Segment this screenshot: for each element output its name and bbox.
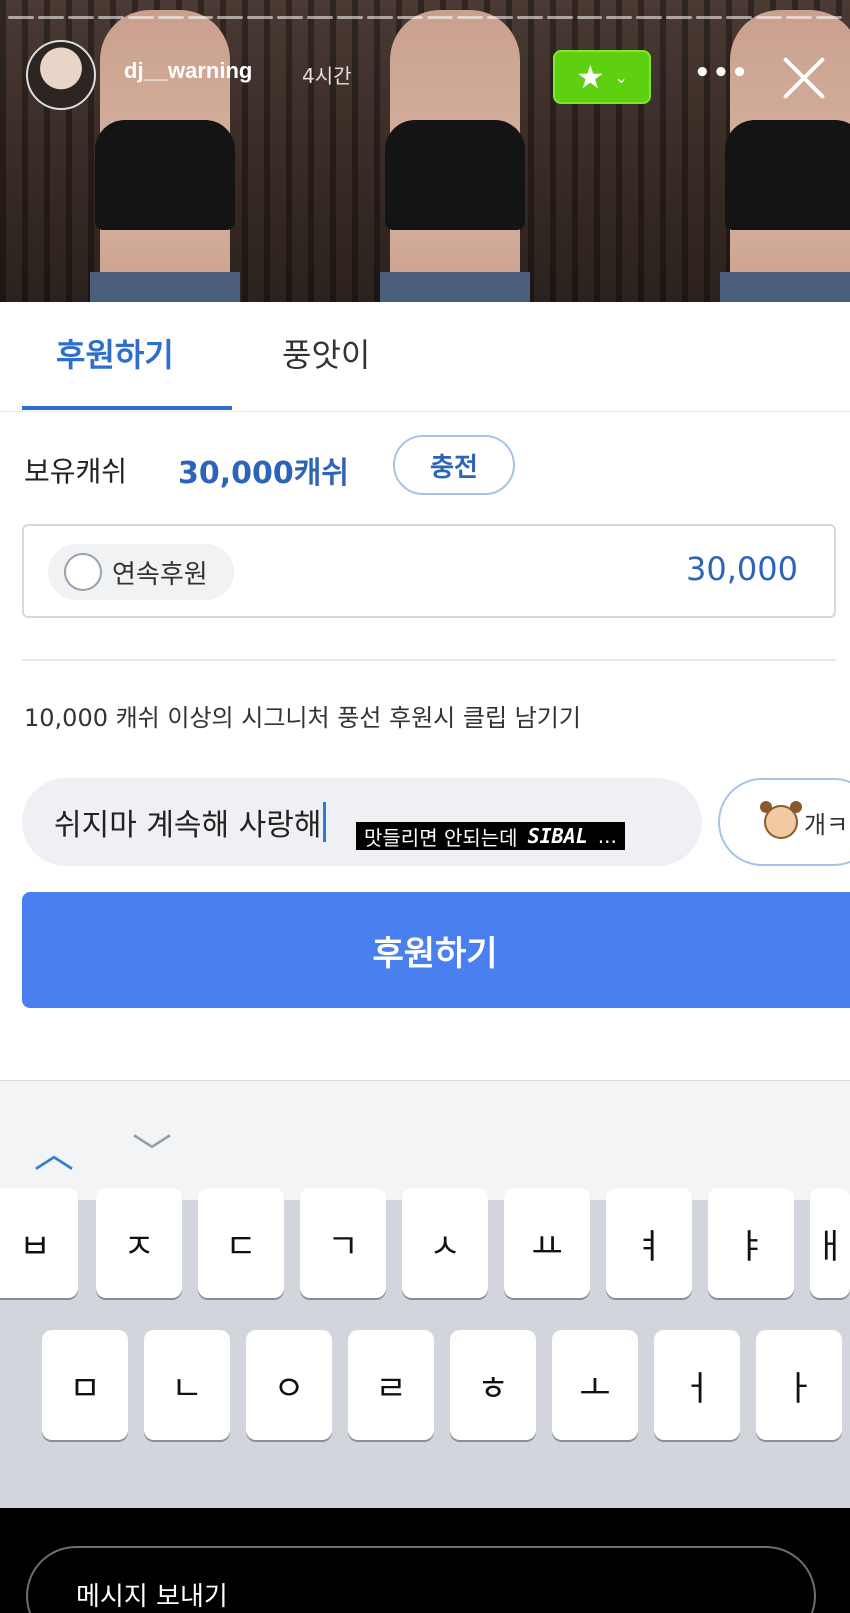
keyboard-toolbar: ︿ ﹀ xyxy=(0,1080,850,1200)
radio-icon xyxy=(64,553,102,591)
girl-face-icon xyxy=(760,801,802,839)
keyboard-key[interactable]: ㄱ xyxy=(300,1188,386,1298)
story-progress-bar xyxy=(8,16,842,19)
story-time: 4시간 xyxy=(302,64,352,88)
story-reply-bar: 메시지 보내기 xyxy=(0,1508,850,1613)
story-username[interactable]: dj__warning xyxy=(124,58,252,84)
avatar[interactable] xyxy=(26,40,96,110)
keyboard-key[interactable]: ㄴ xyxy=(144,1330,230,1440)
chevron-down-icon[interactable]: ﹀ xyxy=(132,1121,172,1179)
keyboard-key[interactable]: ㅈ xyxy=(96,1188,182,1298)
keyboard: ㅂ ㅈ ㄷ ㄱ ㅅ ㅛ ㅕ ㅑ ㅐ ㅁ ㄴ ㅇ ㄹ ㅎ ㅗ ㅓ ㅏ xyxy=(0,1188,850,1508)
keyboard-key[interactable]: ㅁ xyxy=(42,1330,128,1440)
caption-emphasis: SIBAL xyxy=(527,824,588,848)
keyboard-key[interactable]: ㅑ xyxy=(708,1188,794,1298)
keyboard-key[interactable]: ㅗ xyxy=(552,1330,638,1440)
donation-amount: 30,000 xyxy=(686,550,798,588)
text-cursor xyxy=(323,802,327,842)
emoticon-button[interactable]: 개ㅋ xyxy=(718,778,850,866)
tab-pumasi[interactable]: 풍앗이 xyxy=(282,330,370,376)
emoticon-label: 개ㅋ xyxy=(804,810,849,839)
keyboard-key[interactable]: ㅂ xyxy=(0,1188,78,1298)
story-video-background xyxy=(0,0,850,302)
amount-field[interactable]: 연속후원 30,000 xyxy=(22,524,836,618)
clip-notice: 10,000 캐쉬 이상의 시그니처 풍선 후원시 클립 남기기 xyxy=(24,704,581,732)
message-input-value: 쉬지마 계속해 사랑해 xyxy=(54,808,322,843)
star-icon: ★ xyxy=(575,58,605,96)
more-options-icon[interactable]: ••• xyxy=(694,58,750,88)
keyboard-key[interactable]: ㅓ xyxy=(654,1330,740,1440)
keyboard-key[interactable]: ㄷ xyxy=(198,1188,284,1298)
cash-label: 보유캐쉬 xyxy=(24,455,128,488)
story-image-figure xyxy=(350,10,560,302)
keyboard-key[interactable]: ㅕ xyxy=(606,1188,692,1298)
charge-button[interactable]: 충전 xyxy=(393,435,515,495)
continuous-donation-toggle[interactable]: 연속후원 xyxy=(48,544,234,600)
story-image-figure xyxy=(60,10,270,302)
chevron-up-icon[interactable]: ︿ xyxy=(34,1121,74,1179)
video-caption: 맛들리면 안되는데 SIBAL ... xyxy=(356,822,625,850)
cash-balance: 30,000캐쉬 xyxy=(178,456,349,491)
keyboard-key[interactable]: ㅅ xyxy=(402,1188,488,1298)
send-message-input[interactable]: 메시지 보내기 xyxy=(26,1546,816,1613)
tab-donate[interactable]: 후원하기 xyxy=(56,330,174,376)
keyboard-key[interactable]: ㅐ xyxy=(810,1188,850,1298)
caption-text: 맛들리면 안되는데 xyxy=(364,825,518,850)
close-icon[interactable] xyxy=(780,52,830,102)
chevron-down-icon: ⌄ xyxy=(614,67,629,87)
tab-bar: 후원하기 풍앗이 xyxy=(0,302,850,412)
keyboard-key[interactable]: ㅎ xyxy=(450,1330,536,1440)
donation-panel: 후원하기 풍앗이 보유캐쉬 30,000캐쉬 충전 연속후원 30,000 10… xyxy=(0,302,850,1080)
favorite-button[interactable]: ★ ⌄ xyxy=(553,50,651,104)
active-tab-indicator xyxy=(22,406,232,410)
continuous-donation-label: 연속후원 xyxy=(112,559,208,590)
divider xyxy=(22,659,836,661)
keyboard-key[interactable]: ㅏ xyxy=(756,1330,842,1440)
keyboard-key[interactable]: ㅇ xyxy=(246,1330,332,1440)
caption-trail: ... xyxy=(597,824,617,848)
keyboard-key[interactable]: ㄹ xyxy=(348,1330,434,1440)
keyboard-key[interactable]: ㅛ xyxy=(504,1188,590,1298)
donate-button[interactable]: 후원하기 xyxy=(22,892,850,1008)
